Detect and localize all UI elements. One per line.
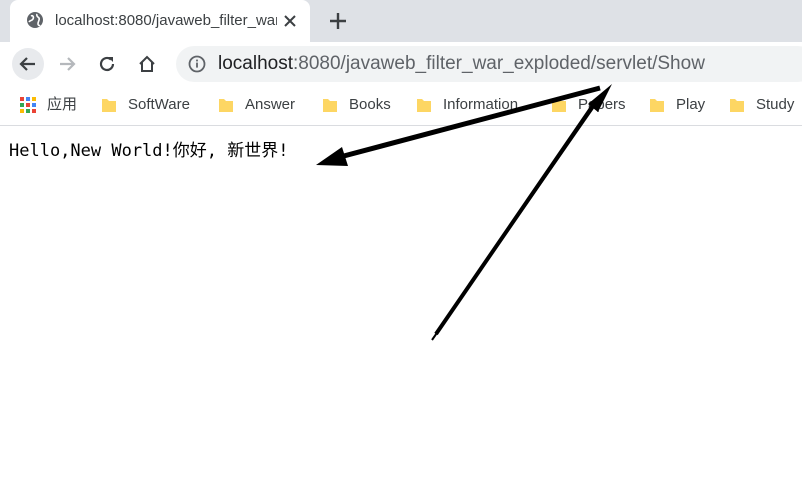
url-host: localhost — [218, 53, 293, 74]
bookmark-label: Books — [349, 96, 391, 113]
folder-icon — [650, 99, 664, 112]
folder-icon — [102, 99, 116, 112]
bookmark-papers[interactable]: Papers — [550, 94, 635, 116]
back-arrow-icon — [19, 57, 35, 71]
bookmark-software[interactable]: SoftWare — [100, 94, 200, 116]
home-icon — [139, 55, 155, 72]
bookmark-books[interactable]: Books — [321, 94, 401, 116]
active-tab[interactable]: localhost:8080/javaweb_filter_war_explod… — [10, 0, 310, 42]
bookmark-label: Answer — [245, 96, 296, 113]
apps-grid-icon — [20, 97, 36, 113]
bookmark-apps[interactable]: 应用 — [19, 94, 89, 116]
tab-strip: localhost:8080/javaweb_filter_war_explod… — [0, 0, 802, 42]
page-content-text: Hello,New World!你好, 新世界! — [9, 141, 289, 161]
reload-button[interactable] — [91, 48, 123, 80]
bookmark-label: Information — [443, 96, 519, 113]
home-button[interactable] — [131, 48, 163, 80]
url-text[interactable]: localhost:8080/javaweb_filter_war_explod… — [218, 54, 705, 74]
bookmark-label: Play — [676, 96, 706, 113]
url-path: :8080/javaweb_filter_war_exploded/servle… — [293, 53, 705, 74]
bookmark-label: 应用 — [47, 96, 78, 113]
bookmark-label: SoftWare — [128, 96, 190, 113]
forward-button[interactable] — [51, 48, 83, 80]
folder-icon — [417, 99, 431, 112]
folder-icon — [552, 99, 566, 112]
bookmark-label: Study — [756, 96, 795, 113]
globe-icon — [27, 12, 43, 28]
bookmark-information[interactable]: Information — [415, 94, 535, 116]
back-button[interactable] — [12, 48, 44, 80]
bookmark-play[interactable]: Play — [648, 94, 713, 116]
folder-icon — [219, 99, 233, 112]
folder-icon — [323, 99, 337, 112]
tab-title: localhost:8080/javaweb_filter_war_explod… — [55, 12, 277, 29]
bookmarks-bar: 应用 SoftWare Answer Books Information Pap… — [0, 86, 802, 126]
bookmark-answer[interactable]: Answer — [217, 94, 307, 116]
close-icon[interactable] — [280, 11, 300, 31]
info-icon[interactable] — [188, 55, 206, 73]
forward-arrow-icon — [60, 57, 76, 71]
reload-icon — [99, 56, 115, 72]
bookmark-study[interactable]: Study — [728, 94, 802, 116]
browser-toolbar: localhost:8080/javaweb_filter_war_explod… — [0, 42, 802, 86]
bookmark-label: Papers — [578, 96, 626, 113]
folder-icon — [730, 99, 744, 112]
address-bar[interactable]: localhost:8080/javaweb_filter_war_explod… — [176, 46, 802, 82]
new-tab-icon[interactable] — [326, 9, 350, 33]
